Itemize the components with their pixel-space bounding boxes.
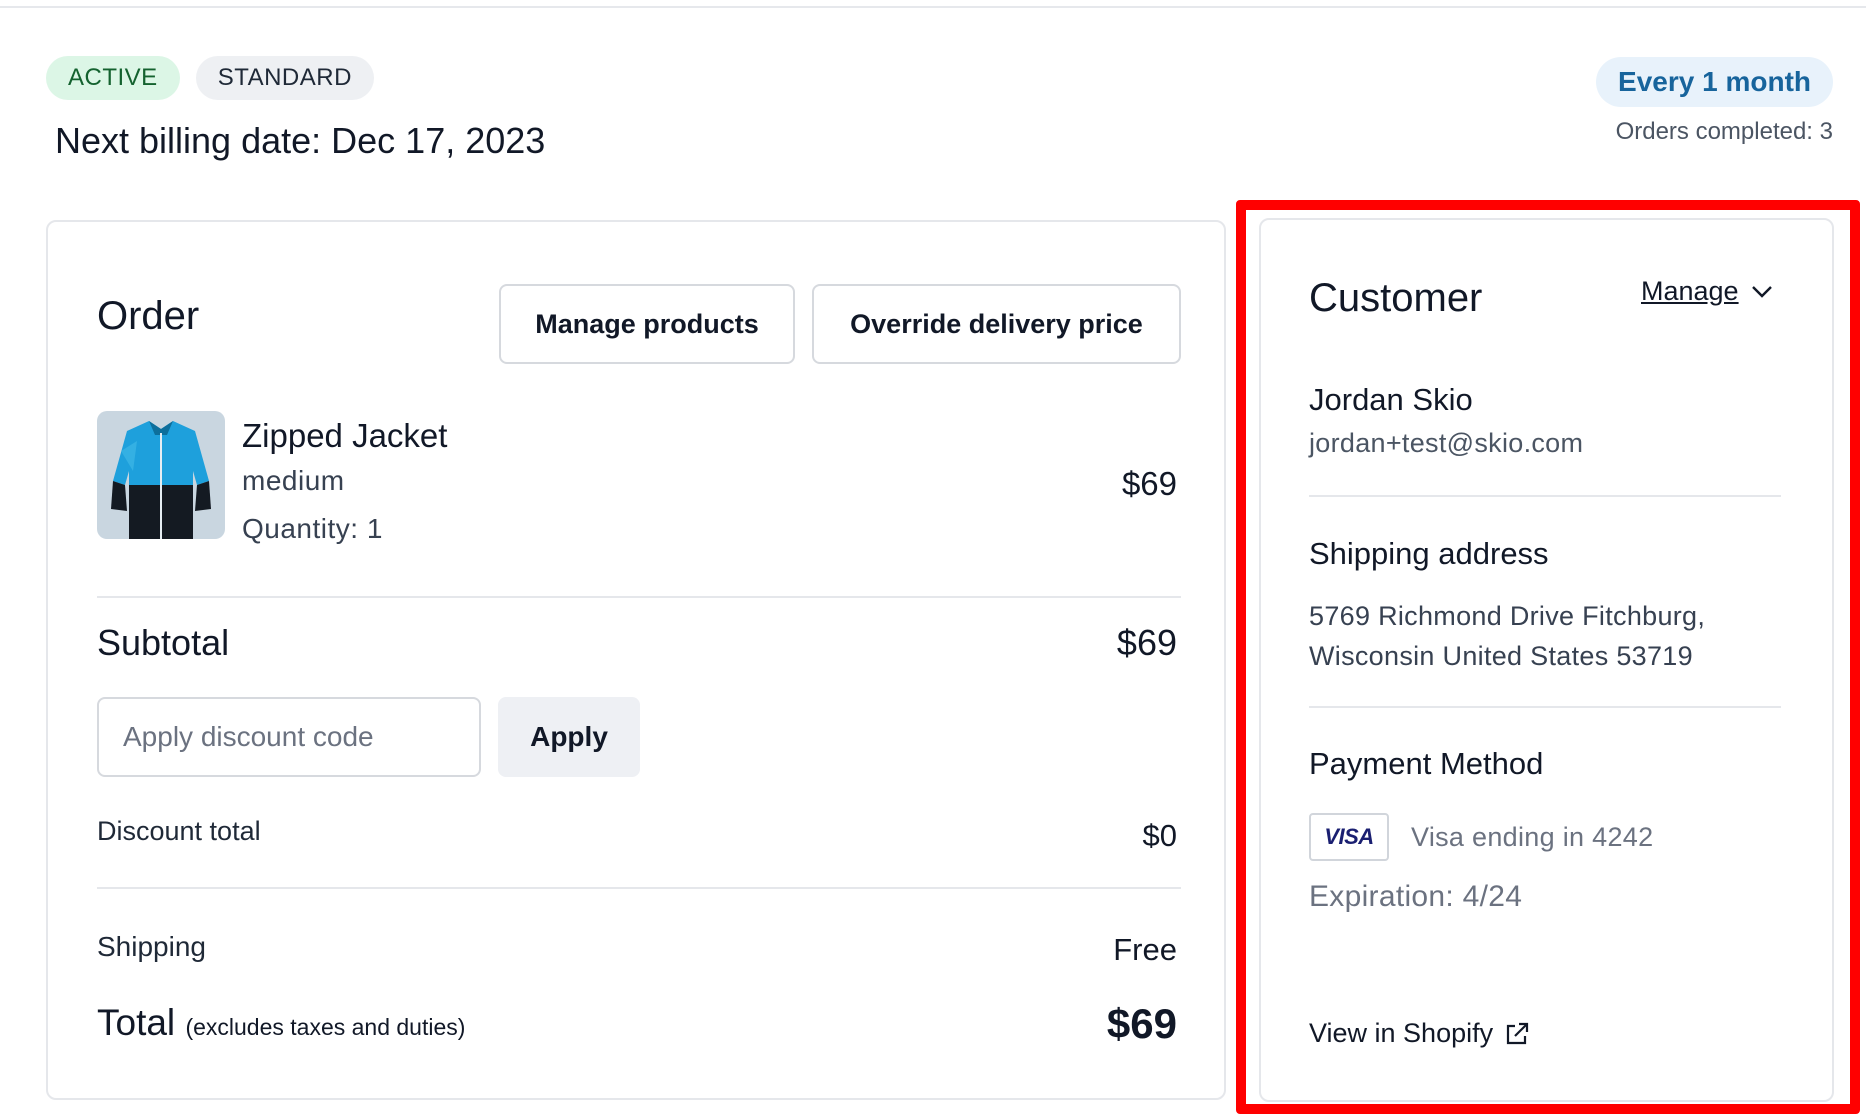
subtotal-value: $69 — [1116, 622, 1177, 663]
product-thumbnail — [97, 411, 225, 539]
customer-manage-dropdown[interactable]: Manage — [1641, 276, 1773, 307]
override-delivery-price-button[interactable]: Override delivery price — [812, 284, 1181, 364]
top-divider — [0, 6, 1866, 8]
shipping-address: 5769 Richmond Drive Fitchburg, Wisconsin… — [1309, 601, 1706, 671]
customer-title: Customer — [1309, 276, 1483, 320]
card-ending: Visa ending in 4242 — [1411, 822, 1654, 852]
payment-method-title: Payment Method — [1309, 746, 1544, 781]
view-in-shopify-link[interactable]: View in Shopify — [1309, 1018, 1531, 1049]
customer-email: jordan+test@skio.com — [1309, 428, 1584, 458]
discount-total-value: $0 — [1142, 818, 1177, 853]
total-label-text: Total — [97, 1002, 176, 1043]
shipping-label: Shipping — [97, 931, 206, 962]
total-note: (excludes taxes and duties) — [185, 1014, 466, 1040]
apply-discount-button[interactable]: Apply — [498, 697, 640, 777]
order-card: Order Manage products Override delivery … — [46, 220, 1226, 1100]
view-in-shopify-label: View in Shopify — [1309, 1018, 1494, 1048]
customer-name: Jordan Skio — [1309, 382, 1473, 417]
order-title: Order — [97, 294, 200, 338]
discount-total-label: Discount total — [97, 816, 261, 846]
totals-divider — [97, 887, 1181, 889]
discount-code-input[interactable] — [97, 697, 481, 777]
next-billing-date: Next billing date: Dec 17, 2023 — [55, 120, 546, 161]
total-value: $69 — [1106, 1000, 1177, 1047]
frequency-badge[interactable]: Every 1 month — [1596, 57, 1833, 107]
customer-card: Customer Manage Jordan Skio jordan+test@… — [1259, 218, 1834, 1102]
card-expiration: Expiration: 4/24 — [1309, 880, 1523, 913]
external-link-icon — [1507, 1022, 1529, 1044]
subtotal-label: Subtotal — [97, 622, 230, 663]
shipping-address-title: Shipping address — [1309, 536, 1549, 571]
customer-divider — [1309, 495, 1781, 497]
orders-completed: Orders completed: 3 — [1615, 118, 1833, 145]
visa-card-icon: VISA — [1309, 813, 1389, 861]
shipping-value: Free — [1113, 932, 1177, 967]
product-price: $69 — [1121, 465, 1177, 502]
product-quantity: Quantity: 1 — [242, 513, 383, 544]
status-badges: ACTIVE STANDARD — [46, 56, 374, 100]
address-divider — [1309, 706, 1781, 708]
total-label: Total (excludes taxes and duties) — [97, 1002, 465, 1044]
manage-label: Manage — [1641, 276, 1739, 306]
order-divider — [97, 596, 1181, 598]
status-badge-active: ACTIVE — [46, 56, 180, 100]
manage-products-button[interactable]: Manage products — [499, 284, 795, 364]
chevron-down-icon — [1751, 285, 1772, 298]
jacket-icon — [97, 411, 225, 539]
product-name: Zipped Jacket — [242, 417, 448, 454]
product-variant: medium — [242, 465, 345, 496]
plan-badge: STANDARD — [195, 56, 374, 100]
